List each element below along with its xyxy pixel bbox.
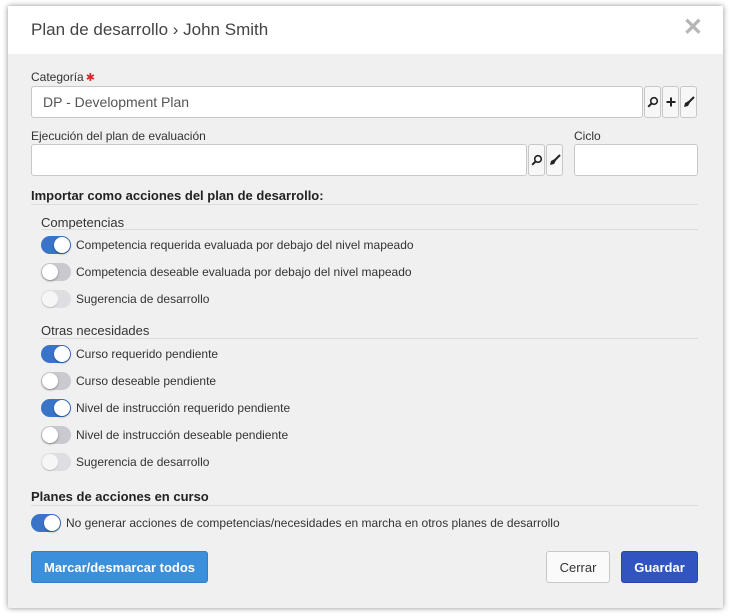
evaluation-field[interactable] [31,144,527,176]
evaluation-clear-icon[interactable] [546,144,563,176]
divider [41,338,698,339]
divider [41,229,698,230]
toggle-switch[interactable] [41,372,71,390]
toggle-knob [42,454,58,470]
category-field[interactable]: DP - Development Plan [31,86,643,118]
toggle-knob [42,264,58,280]
toggle-switch[interactable] [31,514,61,532]
toggle-switch [41,290,71,308]
divider [31,204,698,205]
category-label: Categoría [31,70,84,84]
toggle-all-button[interactable]: Marcar/desmarcar todos [31,551,208,583]
toggle-label: Competencia requerida evaluada por debaj… [76,238,414,252]
cycle-label: Ciclo [574,129,601,143]
import-section-title: Importar como acciones del plan de desar… [31,188,324,203]
toggle-knob [42,291,58,307]
toggle-label: Curso requerido pendiente [76,347,219,361]
required-icon: ✱ [85,72,95,84]
toggle-row: Sugerencia de desarrollo [41,289,209,309]
close-icon[interactable]: ✕ [683,16,703,40]
toggle-label: Nivel de instrucción requerido pendiente [76,401,291,415]
category-plus-icon[interactable] [662,86,679,118]
category-label-wrap: Categoría ✱ [31,70,95,84]
toggle-switch[interactable] [41,399,71,417]
divider [31,505,698,506]
evaluation-label: Ejecución del plan de evaluación [31,129,206,143]
toggle-switch[interactable] [41,263,71,281]
toggle-row[interactable]: Competencia requerida evaluada por debaj… [41,235,414,255]
toggle-row[interactable]: No generar acciones de competencias/nece… [31,513,560,533]
toggle-switch [41,453,71,471]
toggle-row: Sugerencia de desarrollo [41,452,209,472]
save-button[interactable]: Guardar [621,551,698,583]
toggle-knob [42,373,58,389]
toggle-knob [54,237,70,253]
toggle-row[interactable]: Nivel de instrucción requerido pendiente [41,398,290,418]
close-button[interactable]: Cerrar [546,551,610,583]
toggle-knob [42,427,58,443]
toggle-switch[interactable] [41,236,71,254]
toggle-switch[interactable] [41,426,71,444]
ongoing-section-title: Planes de acciones en curso [31,489,209,504]
toggle-row[interactable]: Nivel de instrucción deseable pendiente [41,425,288,445]
development-plan-dialog: Plan de desarrollo › John Smith ✕ Catego… [8,6,723,608]
toggle-row[interactable]: Curso deseable pendiente [41,371,216,391]
toggle-label: Sugerencia de desarrollo [76,292,210,306]
dialog-title: Plan de desarrollo › John Smith [31,20,269,39]
toggle-label: Nivel de instrucción deseable pendiente [76,428,289,442]
toggle-switch[interactable] [41,345,71,363]
toggle-label: Competencia deseable evaluada por debajo… [76,265,412,279]
cycle-field[interactable] [574,144,698,176]
toggle-knob [54,346,70,362]
competencies-title: Competencias [41,215,125,230]
toggle-label: No generar acciones de competencias/nece… [66,516,560,530]
dialog-header: Plan de desarrollo › John Smith ✕ [8,6,723,54]
toggle-row[interactable]: Curso requerido pendiente [41,344,218,364]
toggle-row[interactable]: Competencia deseable evaluada por debajo… [41,262,412,282]
toggle-label: Curso deseable pendiente [76,374,217,388]
toggle-label: Sugerencia de desarrollo [76,455,210,469]
other-needs-title: Otras necesidades [41,323,150,338]
toggle-knob [54,400,70,416]
category-search-icon[interactable] [644,86,661,118]
category-clear-icon[interactable] [680,86,697,118]
toggle-knob [44,515,60,531]
evaluation-search-icon[interactable] [528,144,545,176]
